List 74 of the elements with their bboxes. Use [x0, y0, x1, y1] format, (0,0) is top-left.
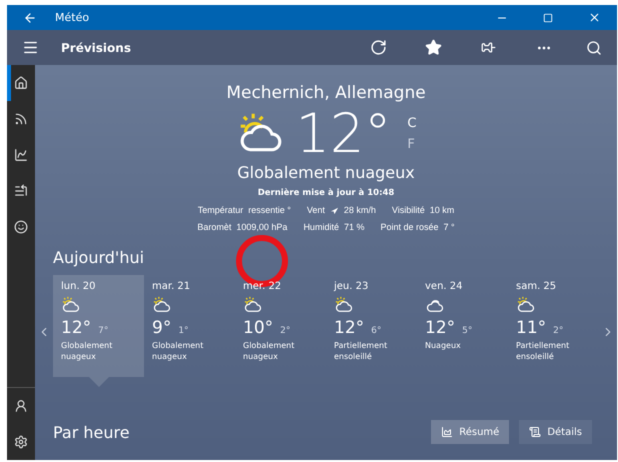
day-condition: Partiellement ensoleillé — [334, 341, 388, 363]
menu-icon[interactable] — [22, 39, 38, 56]
day-condition: Partiellement ensoleillé — [516, 341, 570, 363]
home-icon — [14, 76, 28, 90]
section-title: Aujourd'hui — [52, 248, 146, 267]
list-icon — [529, 426, 542, 438]
view-button[interactable]: Résumé — [431, 420, 510, 444]
location-name: Mechernich, Allemagne — [226, 83, 426, 103]
stat-value: 28 km/h — [344, 205, 376, 215]
person-icon — [14, 399, 28, 413]
view-button[interactable]: Détails — [519, 420, 592, 444]
chart-icon — [14, 148, 28, 162]
day-name: mar. 21 — [152, 281, 192, 292]
high-temperature: 12° — [61, 318, 92, 338]
stat-value: 1009,00 hPa — [236, 222, 288, 232]
page-title: Prévisions — [60, 40, 132, 54]
sun-cloud-icon — [243, 295, 263, 315]
wind-arrow-icon — [330, 206, 339, 214]
low-temperature: 2° — [280, 326, 290, 336]
refresh-icon[interactable] — [370, 39, 387, 56]
low-temperature: 6° — [371, 326, 382, 336]
sun-cloud-icon — [61, 295, 81, 315]
current-temperature: 12° — [296, 107, 392, 161]
day-condition: Globalement nuageux — [61, 341, 114, 363]
fahrenheit-toggle[interactable]: F — [407, 137, 416, 152]
sun-cloud-icon — [152, 295, 172, 315]
celsius-toggle[interactable]: C — [407, 116, 416, 131]
back-icon[interactable] — [23, 10, 37, 24]
close-icon[interactable] — [588, 11, 600, 24]
day-card[interactable]: sam. 25 11° 2° Partiellement ensoleillé — [508, 275, 599, 377]
chart-icon — [441, 426, 454, 438]
high-temperature: 9° — [152, 318, 172, 338]
day-condition: Globalement nuageux — [152, 341, 204, 363]
day-name: jeu. 23 — [334, 281, 370, 292]
high-temperature: 10° — [243, 318, 274, 338]
sun-cloud-icon — [516, 295, 536, 315]
stat-label: Baromèt — [197, 222, 232, 232]
day-card[interactable]: lun. 20 12° 7° Globalement nuageux — [53, 275, 144, 377]
day-name: lun. 20 — [61, 281, 97, 292]
low-temperature: 5° — [462, 326, 472, 336]
maximize-icon[interactable] — [543, 12, 553, 22]
high-temperature: 11° — [516, 318, 546, 338]
day-card[interactable]: mar. 21 9° 1° Globalement nuageux — [144, 275, 235, 377]
stat-label: Vent — [306, 205, 325, 215]
stat-label: Point de rosée — [380, 222, 439, 232]
high-temperature: 12° — [334, 318, 364, 338]
star-icon[interactable] — [425, 39, 442, 56]
low-temperature: 2° — [553, 326, 564, 336]
stat-value: 10 km — [430, 205, 454, 215]
stat-value: 71 % — [344, 222, 364, 232]
day-name: ven. 24 — [425, 281, 464, 292]
settings-icon — [14, 435, 28, 449]
low-temperature: 1° — [178, 326, 189, 336]
sun-cloud-icon — [334, 295, 354, 315]
search-icon[interactable] — [586, 40, 602, 56]
stat-label: Visibilité — [392, 205, 425, 215]
day-condition: Nuageux — [425, 341, 462, 352]
smiley-icon — [14, 220, 28, 234]
day-name: sam. 25 — [516, 281, 558, 292]
day-card[interactable]: ven. 24 12° 5° Nuageux — [417, 275, 508, 377]
low-temperature: 7° — [98, 326, 108, 336]
section-title: Par heure — [53, 422, 131, 442]
stat-value: ressentie ° — [248, 205, 291, 215]
stat-value: 7 ° — [444, 222, 455, 232]
day-card[interactable]: jeu. 23 12° 6° Partiellement ensoleillé — [326, 275, 417, 377]
window-title: Météo — [54, 11, 90, 24]
pointer-triangle — [88, 377, 108, 387]
high-temperature: 12° — [425, 318, 456, 338]
pin-icon[interactable] — [481, 40, 496, 55]
update-time: Dernière mise à jour à 10:48 — [258, 188, 394, 198]
day-condition: Globalement nuageux — [243, 341, 296, 363]
stat-label: Humidité — [303, 222, 339, 232]
condition-text: Globalement nuageux — [237, 163, 415, 182]
stat-label: Températur — [198, 205, 244, 215]
